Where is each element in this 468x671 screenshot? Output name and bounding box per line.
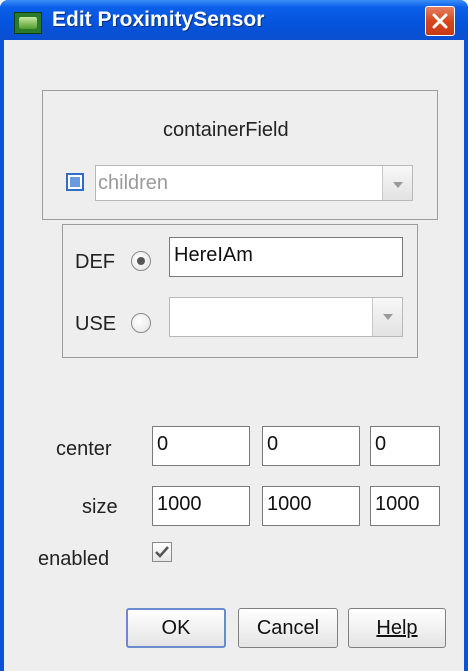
def-use-panel: DEF HereIAm USE xyxy=(62,224,418,358)
app-icon xyxy=(14,12,42,34)
size-z-input[interactable]: 1000 xyxy=(370,486,440,526)
center-label: center xyxy=(56,438,112,460)
dialog-body: containerField children DEF HereIAm USE xyxy=(4,40,464,671)
size-y-input[interactable]: 1000 xyxy=(262,486,360,526)
container-field-value: children xyxy=(98,172,169,194)
size-x-input[interactable]: 1000 xyxy=(152,486,250,526)
checkmark-icon xyxy=(155,546,169,558)
container-field-panel: containerField children xyxy=(42,90,438,220)
use-select[interactable] xyxy=(169,297,403,337)
center-x-input[interactable]: 0 xyxy=(152,426,250,466)
close-button[interactable] xyxy=(425,6,455,36)
container-field-checkbox[interactable] xyxy=(66,173,84,191)
dialog-window: Edit ProximitySensor containerField chil… xyxy=(0,0,468,671)
enabled-label: enabled xyxy=(38,548,110,570)
container-field-heading: containerField xyxy=(163,119,289,141)
close-icon xyxy=(432,13,448,29)
chevron-down-icon[interactable] xyxy=(382,166,412,200)
chevron-down-icon[interactable] xyxy=(372,298,402,336)
container-field-select[interactable]: children xyxy=(95,165,413,201)
title-bar[interactable]: Edit ProximitySensor xyxy=(0,0,468,40)
window-title: Edit ProximitySensor xyxy=(52,8,265,31)
def-radio[interactable] xyxy=(131,251,151,271)
use-label: USE xyxy=(75,313,117,335)
help-button-label: Help xyxy=(376,617,418,639)
radio-selected-dot xyxy=(137,257,145,265)
center-y-input[interactable]: 0 xyxy=(262,426,360,466)
def-label: DEF xyxy=(75,251,115,273)
enabled-checkbox[interactable] xyxy=(152,542,172,562)
use-radio[interactable] xyxy=(131,313,151,333)
center-z-input[interactable]: 0 xyxy=(370,426,440,466)
def-name-input[interactable]: HereIAm xyxy=(169,237,403,277)
size-label: size xyxy=(82,496,118,518)
cancel-button[interactable]: Cancel xyxy=(238,608,338,648)
help-button[interactable]: Help xyxy=(348,608,446,648)
ok-button[interactable]: OK xyxy=(126,608,226,648)
